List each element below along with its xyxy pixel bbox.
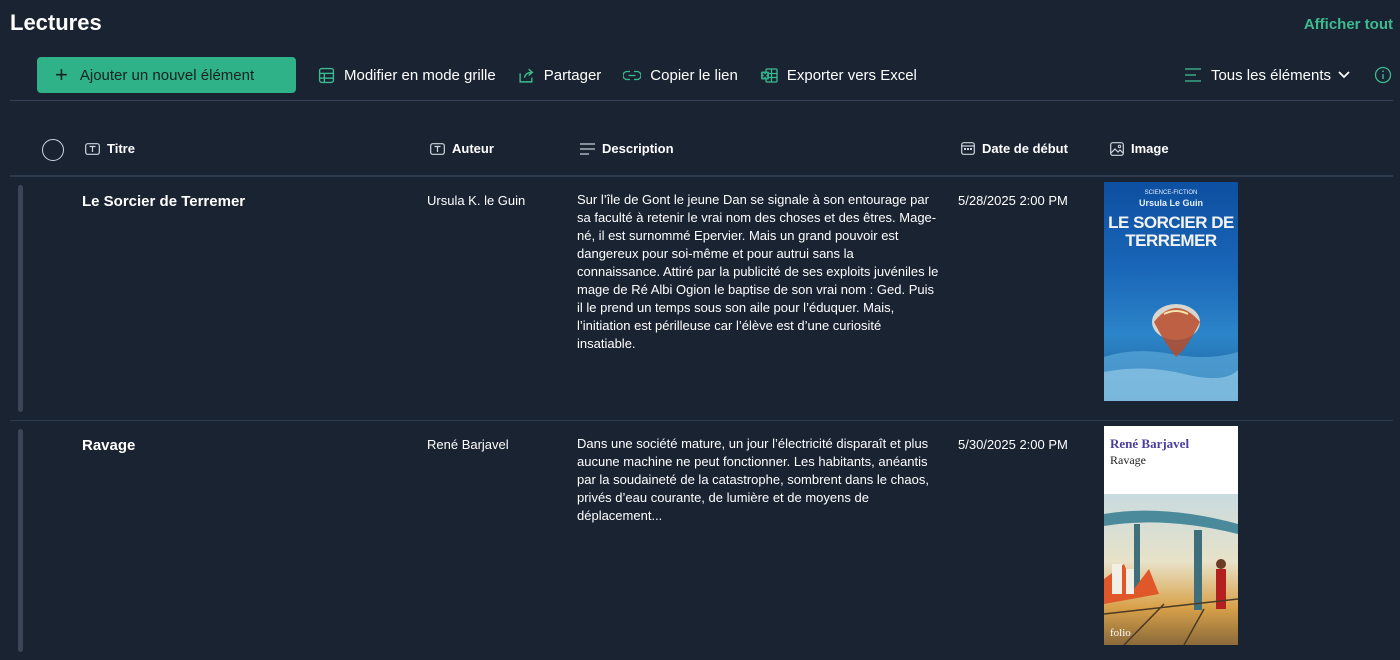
add-new-item-button[interactable]: + Ajouter un nouvel élément <box>37 57 296 93</box>
plus-icon: + <box>55 62 68 87</box>
row-description: Dans une société mature, un jour l’élect… <box>577 436 929 523</box>
column-header-image[interactable]: Image <box>1110 141 1169 156</box>
cover-illustration: folio <box>1104 494 1238 645</box>
image-icon <box>1110 141 1124 156</box>
view-selector-label: Tous les éléments <box>1210 66 1331 84</box>
row-title[interactable]: Ravage <box>82 437 135 454</box>
row-start-date: 5/28/2025 2:00 PM <box>958 193 1068 208</box>
column-header-title-label: Titre <box>107 141 135 156</box>
toolbar-divider <box>10 100 1393 101</box>
add-new-item-label: Ajouter un nouvel élément <box>79 66 255 84</box>
export-excel-button[interactable]: Exporter vers Excel <box>760 67 917 84</box>
share-button[interactable]: Partager <box>518 66 602 84</box>
text-field-icon <box>85 142 100 155</box>
export-excel-label: Exporter vers Excel <box>786 66 917 84</box>
row-author: René Barjavel <box>427 437 509 452</box>
page-title: Lectures <box>10 10 102 35</box>
row-start-date: 5/30/2025 2:00 PM <box>958 437 1068 452</box>
calendar-icon <box>961 142 975 155</box>
row-indicator <box>18 185 23 412</box>
column-header-author-label: Auteur <box>452 141 494 156</box>
cover-publisher: folio <box>1110 627 1131 639</box>
column-header-image-label: Image <box>1131 141 1169 156</box>
table-row[interactable]: Ravage René Barjavel Dans une société ma… <box>10 421 1393 660</box>
share-icon <box>519 68 534 83</box>
column-header-author[interactable]: Auteur <box>430 141 494 156</box>
row-description: Sur l’île de Gont le jeune Dan se signal… <box>577 192 939 351</box>
column-header-title[interactable]: Titre <box>85 141 135 156</box>
share-label: Partager <box>543 66 602 84</box>
edit-grid-label: Modifier en mode grille <box>344 66 496 84</box>
column-header-description-label: Description <box>602 141 674 156</box>
select-all-checkbox[interactable] <box>42 139 64 161</box>
copy-link-label: Copier le lien <box>650 66 738 84</box>
row-indicator <box>18 429 23 652</box>
cover-title: Ravage <box>1110 453 1146 467</box>
book-cover-image[interactable]: SCIENCE-FICTION Ursula Le Guin LE SORCIE… <box>1104 182 1238 401</box>
cover-illustration <box>1104 304 1238 401</box>
column-header-row: Titre Auteur Description Date de début I… <box>10 136 1393 164</box>
column-header-start-date-label: Date de début <box>982 141 1068 156</box>
view-selector[interactable]: Tous les éléments <box>1184 67 1350 84</box>
cover-sorcier: SCIENCE-FICTION Ursula Le Guin LE SORCIE… <box>1104 182 1238 401</box>
command-bar: + Ajouter un nouvel élément Modifier en … <box>37 57 1392 93</box>
column-header-description[interactable]: Description <box>580 141 674 156</box>
column-header-start-date[interactable]: Date de début <box>961 141 1068 156</box>
info-icon[interactable] <box>1374 66 1392 84</box>
book-cover-image[interactable]: René Barjavel Ravage folio <box>1104 426 1238 645</box>
row-title[interactable]: Le Sorcier de Terremer <box>82 193 245 210</box>
table-row[interactable]: Le Sorcier de Terremer Ursula K. le Guin… <box>10 177 1393 420</box>
row-author: Ursula K. le Guin <box>427 193 526 208</box>
cover-author: René Barjavel <box>1110 436 1190 451</box>
link-icon <box>623 70 642 80</box>
show-all-link[interactable]: Afficher tout <box>1304 16 1393 33</box>
copy-link-button[interactable]: Copier le lien <box>623 67 738 84</box>
cover-ravage: René Barjavel Ravage folio <box>1104 426 1238 645</box>
grid-icon <box>318 67 335 83</box>
multiline-text-icon <box>580 142 595 155</box>
excel-icon <box>760 67 778 83</box>
chevron-down-icon <box>1338 71 1350 79</box>
text-field-icon <box>430 142 445 155</box>
edit-grid-button[interactable]: Modifier en mode grille <box>318 67 496 84</box>
list-view-icon <box>1184 68 1201 82</box>
